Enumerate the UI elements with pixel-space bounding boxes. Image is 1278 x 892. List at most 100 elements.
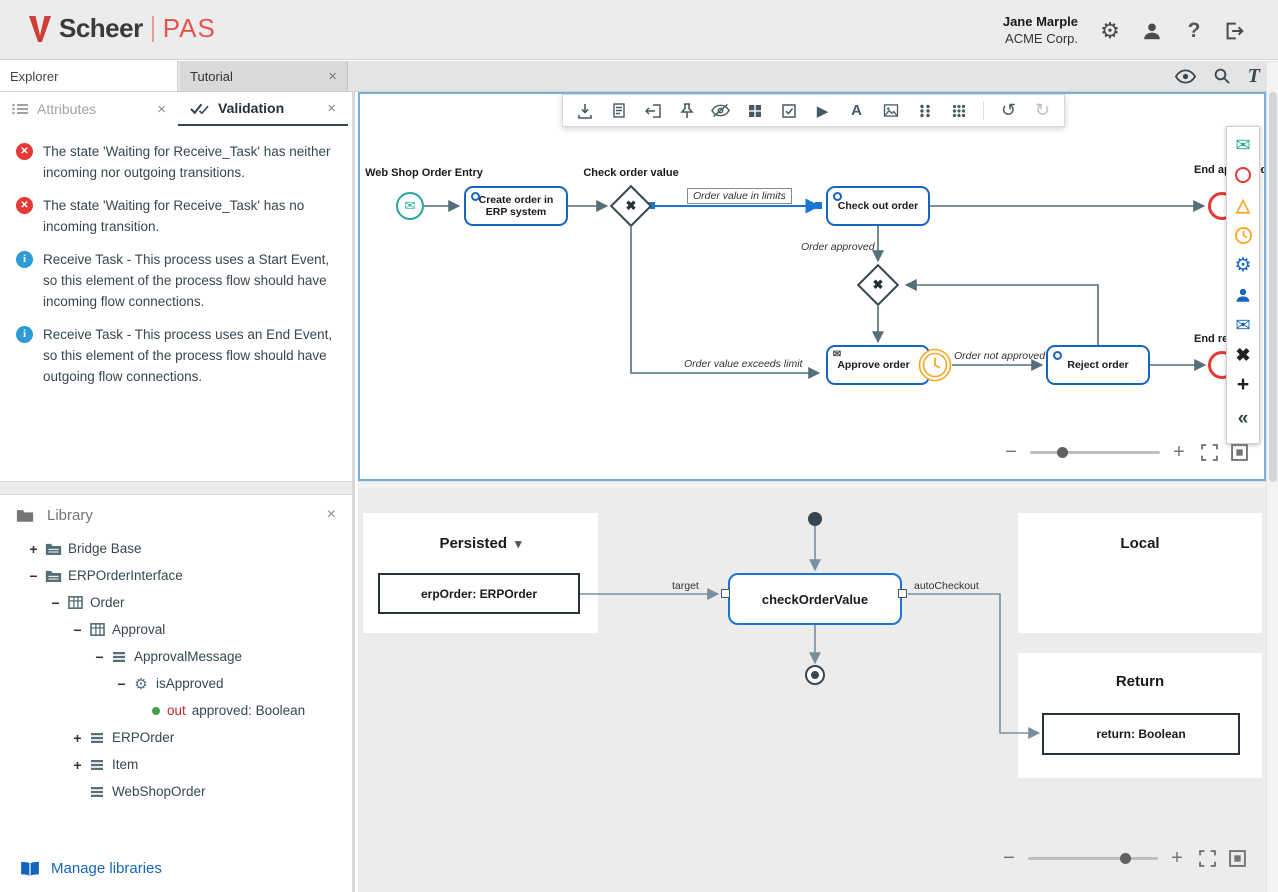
tutorial-tab[interactable]: Tutorial × <box>180 61 348 91</box>
tree-item-approvalmessage[interactable]: − ApprovalMessage <box>0 643 352 670</box>
user-profile-icon[interactable] <box>1138 17 1166 45</box>
zoom-out-button[interactable]: − <box>1000 848 1018 868</box>
help-icon[interactable]: ? <box>1180 17 1208 45</box>
tree-item-erporder[interactable]: + ERPOrder <box>0 724 352 751</box>
import-icon[interactable] <box>575 101 594 120</box>
check-order-value-node[interactable]: checkOrderValue <box>728 573 902 625</box>
validate-icon[interactable] <box>779 101 798 120</box>
return-parameter-box[interactable]: return: Boolean <box>1042 713 1240 755</box>
collapse-icon[interactable]: − <box>26 568 41 584</box>
tree-item-order[interactable]: − Order <box>0 589 352 616</box>
fit-view-icon[interactable] <box>1229 850 1246 867</box>
manage-libraries-link[interactable]: Manage libraries <box>20 860 162 877</box>
palette-collapse-icon[interactable]: « <box>1232 408 1254 430</box>
palette-service-icon[interactable]: ⚙ <box>1232 254 1254 276</box>
palette-message-icon[interactable]: ✉ <box>1232 314 1254 336</box>
explorer-tab[interactable]: Explorer <box>0 61 178 91</box>
vertical-scrollbar[interactable] <box>1266 62 1278 892</box>
validation-message[interactable]: i Receive Task - This process uses an En… <box>0 315 352 390</box>
tutorial-tab-close-icon[interactable]: × <box>328 68 337 85</box>
expander-icon[interactable]: + <box>70 757 85 773</box>
task-approve-order[interactable]: ✉ Approve order <box>826 345 930 385</box>
zoom-slider-handle[interactable] <box>1120 853 1131 864</box>
fullscreen-icon[interactable] <box>1199 850 1216 867</box>
palette-add-icon[interactable]: + <box>1232 374 1254 396</box>
expander-icon[interactable]: + <box>26 541 41 557</box>
task-create-order[interactable]: Create order in ERP system <box>464 186 568 226</box>
tree-item-label: ApprovalMessage <box>134 649 242 664</box>
fullscreen-icon[interactable] <box>1201 444 1218 461</box>
zoom-slider[interactable] <box>1030 451 1160 454</box>
tree-item-out-approved[interactable]: out approved: Boolean <box>0 697 352 724</box>
attributes-tab-close-icon[interactable]: × <box>157 101 166 118</box>
zoom-out-button[interactable]: − <box>1002 442 1020 462</box>
validation-tab[interactable]: Validation × <box>178 92 348 126</box>
palette-end-event-icon[interactable] <box>1232 164 1254 186</box>
scrollbar-thumb[interactable] <box>1269 92 1277 482</box>
palette-user-task-icon[interactable] <box>1232 284 1254 306</box>
task-label: Create order in ERP system <box>473 194 559 218</box>
tree-item-webshoporder[interactable]: WebShopOrder <box>0 778 352 805</box>
redo-icon[interactable]: ↻ <box>1033 101 1052 120</box>
attributes-tab[interactable]: Attributes × <box>0 92 178 126</box>
zoom-slider-handle[interactable] <box>1057 447 1068 458</box>
palette-timer-icon[interactable] <box>1232 224 1254 246</box>
palette-conditional-icon[interactable]: △ <box>1232 194 1254 216</box>
validation-message[interactable]: ✕ The state 'Waiting for Receive_Task' h… <box>0 186 352 240</box>
collapse-icon[interactable]: − <box>92 649 107 665</box>
zoom-in-button[interactable]: + <box>1170 442 1188 462</box>
more-grid-icon[interactable] <box>949 101 968 120</box>
tree-item-erporderinterface[interactable]: − ERPOrderInterface <box>0 562 352 589</box>
undo-icon[interactable]: ↺ <box>999 101 1018 120</box>
edge-label-order-approved[interactable]: Order approved <box>801 241 875 253</box>
zoom-slider[interactable] <box>1028 857 1158 860</box>
erp-order-parameter-box[interactable]: erpOrder: ERPOrder <box>378 573 580 614</box>
error-icon: ✕ <box>16 197 33 214</box>
run-icon[interactable]: ▶ <box>813 101 832 120</box>
document-icon[interactable] <box>609 101 628 120</box>
horizontal-scrollbar[interactable] <box>358 481 1266 488</box>
tree-item-isapproved[interactable]: − ⚙ isApproved <box>0 670 352 697</box>
edge-label-order-value-exceeds-limit[interactable]: Order value exceeds limit <box>684 358 802 370</box>
search-icon[interactable] <box>1213 67 1231 85</box>
start-node[interactable] <box>808 512 822 526</box>
text-style-icon[interactable]: T <box>1248 65 1260 88</box>
validation-tab-close-icon[interactable]: × <box>327 100 336 117</box>
task-check-out-order[interactable]: Check out order <box>826 186 930 226</box>
layout-grid-icon[interactable] <box>745 101 764 120</box>
zoom-in-button[interactable]: + <box>1168 848 1186 868</box>
palette-message-start-icon[interactable]: ✉ <box>1232 134 1254 156</box>
library-close-icon[interactable]: × <box>327 506 336 524</box>
tree-item-item[interactable]: + Item <box>0 751 352 778</box>
collapse-icon[interactable]: − <box>70 622 85 638</box>
image-icon[interactable] <box>881 101 900 120</box>
grid-dots-icon[interactable] <box>915 101 934 120</box>
validation-message[interactable]: i Receive Task - This process uses a Sta… <box>0 240 352 315</box>
collapse-icon[interactable]: − <box>48 595 63 611</box>
settings-gear-icon[interactable]: ⚙ <box>1096 17 1124 45</box>
eye-icon[interactable] <box>1175 69 1196 84</box>
mapping-editor-canvas[interactable]: Persisted▾ Local Return erpOrder: ERPOrd… <box>358 488 1266 892</box>
start-event-web-shop-order-entry[interactable]: ✉ <box>396 192 424 220</box>
text-annotation-icon[interactable]: A <box>847 101 866 120</box>
logout-icon[interactable] <box>1220 17 1248 45</box>
gateway-x-icon: ✖ <box>865 272 891 298</box>
task-reject-order[interactable]: Reject order <box>1046 345 1150 385</box>
expander-icon[interactable]: + <box>70 730 85 746</box>
hide-connectors-icon[interactable] <box>711 101 730 120</box>
timer-boundary-event[interactable] <box>918 348 952 382</box>
edge-label-order-not-approved[interactable]: Order not approved <box>954 350 1045 362</box>
output-dot-icon <box>152 707 160 715</box>
tree-item-bridge-base[interactable]: + Bridge Base <box>0 535 352 562</box>
export-icon[interactable] <box>643 101 662 120</box>
edge-label-order-value-in-limits[interactable]: Order value in limits <box>687 188 792 204</box>
end-node[interactable] <box>805 665 825 685</box>
collapse-icon[interactable]: − <box>114 676 129 692</box>
tree-item-approval[interactable]: − Approval <box>0 616 352 643</box>
fit-view-icon[interactable] <box>1231 444 1248 461</box>
sidebar-panel-divider[interactable] <box>0 481 355 495</box>
pin-icon[interactable] <box>677 101 696 120</box>
bpmn-editor-canvas[interactable]: Web Shop Order Entry Check order value E… <box>358 92 1266 481</box>
palette-delete-icon[interactable]: ✖ <box>1232 344 1254 366</box>
validation-message[interactable]: ✕ The state 'Waiting for Receive_Task' h… <box>0 132 352 186</box>
